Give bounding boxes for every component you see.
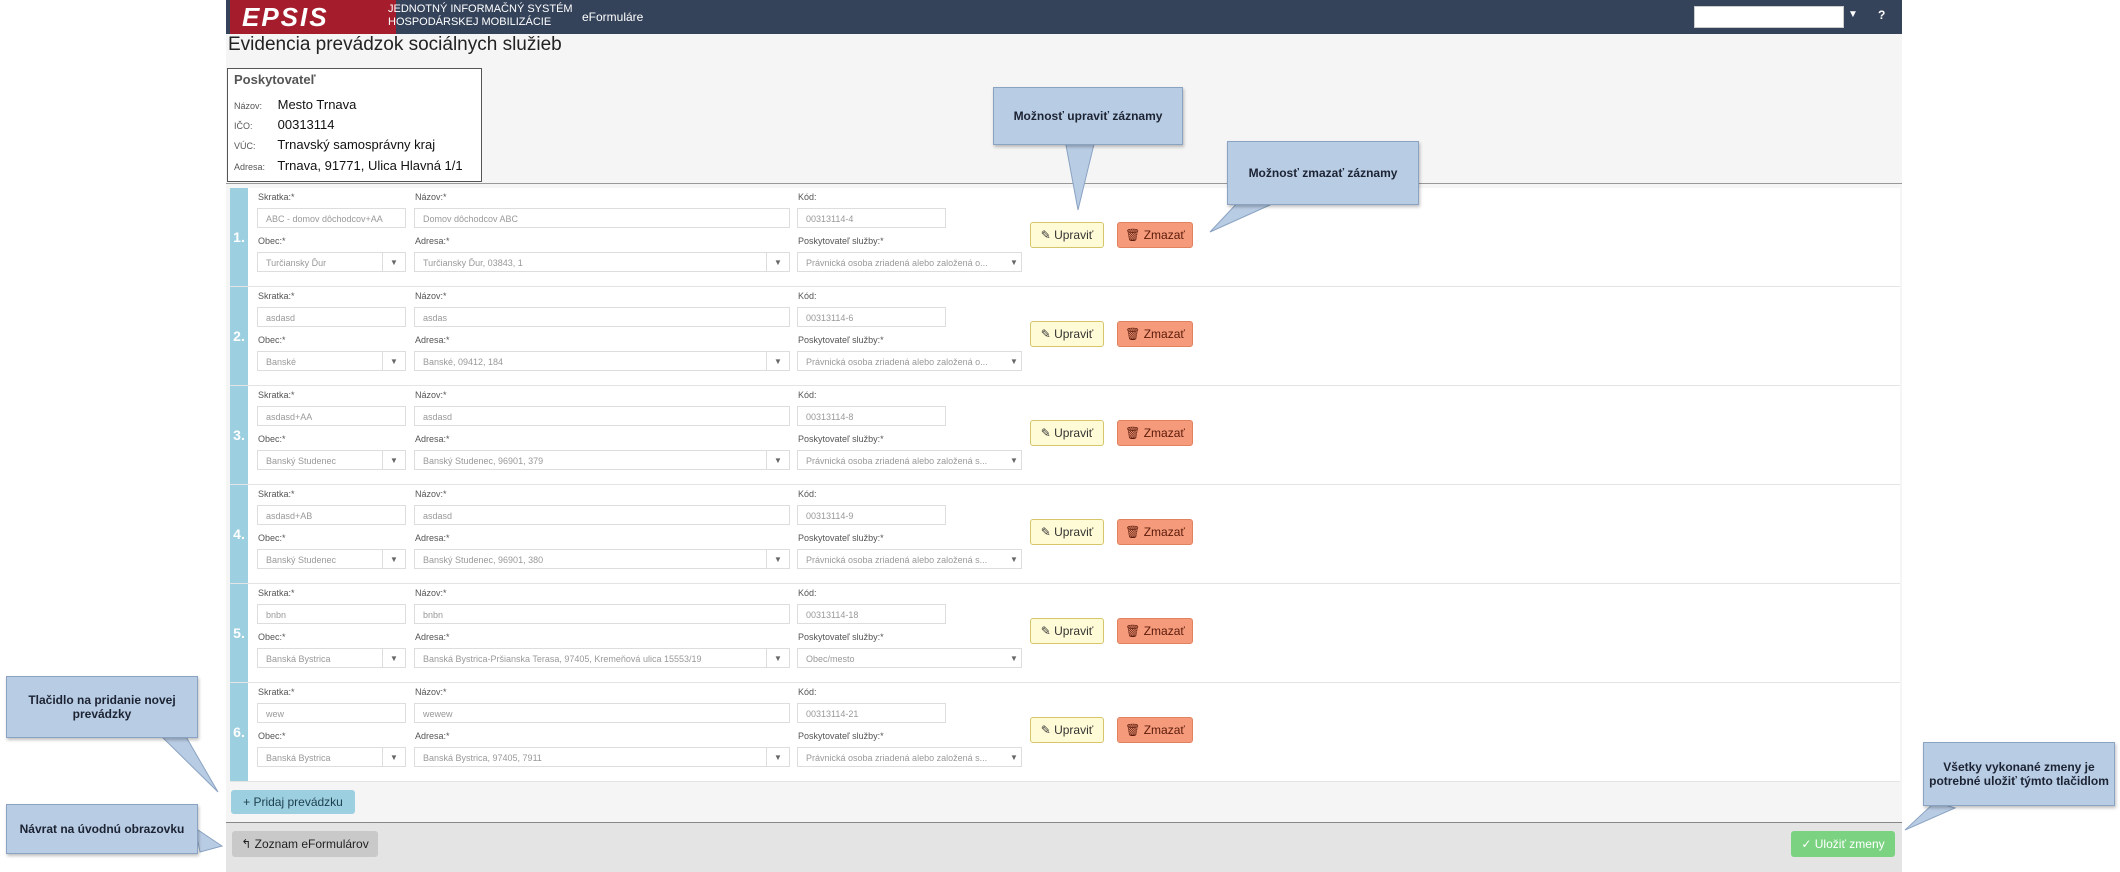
- callout-delete: Možnosť zmazať záznamy: [1227, 141, 1419, 205]
- callout-add: Tlačidlo na pridanie novej prevádzky: [6, 676, 198, 738]
- callout-pointer-back: [194, 826, 224, 853]
- callout-pointer-save: [1904, 801, 1957, 831]
- callout-edit: Možnosť upraviť záznamy: [993, 87, 1183, 145]
- callout-pointer-add: [153, 729, 219, 793]
- callout-back: Návrat na úvodnú obrazovku: [6, 804, 198, 854]
- callout-save: Všetky vykonané zmeny je potrebné uložiť…: [1923, 742, 2115, 806]
- callout-pointer-edit: [1064, 139, 1096, 211]
